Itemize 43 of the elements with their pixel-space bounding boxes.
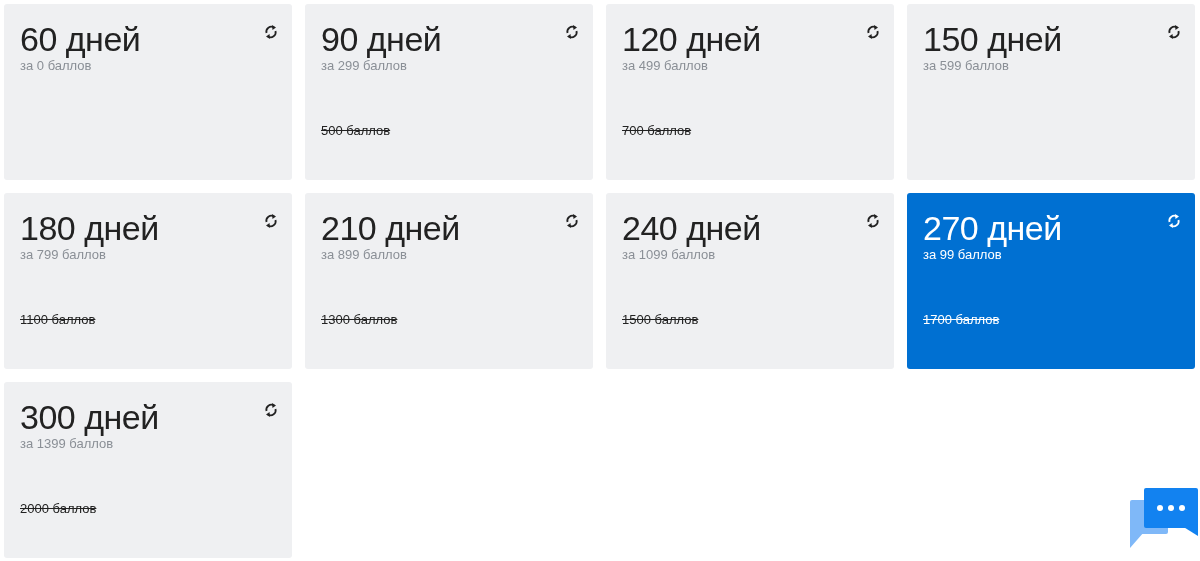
plan-price: за 99 баллов — [923, 246, 1002, 263]
plan-price: за 299 баллов — [321, 57, 407, 74]
plan-price: за 799 баллов — [20, 246, 106, 263]
plan-price: за 0 баллов — [20, 57, 92, 74]
refresh-icon[interactable] — [866, 24, 880, 40]
chat-button[interactable] — [1130, 488, 1198, 548]
refresh-icon[interactable] — [866, 213, 880, 229]
old-price: 700 баллов — [622, 121, 693, 140]
plan-title: 270 дней — [923, 211, 1062, 247]
plan-card[interactable]: 90 дней за 299 баллов 500 баллов — [305, 4, 593, 180]
plan-card[interactable]: 240 дней за 1099 баллов 1500 баллов — [606, 193, 894, 369]
plan-price: за 1399 баллов — [20, 435, 114, 452]
refresh-icon[interactable] — [264, 24, 278, 40]
plan-title: 210 дней — [321, 211, 460, 247]
plan-price: за 899 баллов — [321, 246, 407, 263]
old-price: 1300 баллов — [321, 310, 399, 329]
plan-card[interactable]: 180 дней за 799 баллов 1100 баллов — [4, 193, 292, 369]
plan-title: 240 дней — [622, 211, 761, 247]
refresh-icon[interactable] — [565, 24, 579, 40]
plan-card[interactable]: 150 дней за 599 баллов — [907, 4, 1195, 180]
plan-title: 150 дней — [923, 22, 1062, 58]
plan-title: 300 дней — [20, 400, 159, 436]
plan-price: за 1099 баллов — [622, 246, 716, 263]
old-price: 1700 баллов — [923, 310, 1001, 329]
refresh-icon[interactable] — [1167, 24, 1181, 40]
plan-title: 90 дней — [321, 22, 442, 58]
old-price: 1100 баллов — [20, 310, 97, 329]
refresh-icon[interactable] — [565, 213, 579, 229]
plan-title: 60 дней — [20, 22, 141, 58]
plan-price: за 599 баллов — [923, 57, 1009, 74]
old-price: 1500 баллов — [622, 310, 700, 329]
plan-card[interactable]: 120 дней за 499 баллов 700 баллов — [606, 4, 894, 180]
plan-card[interactable]: 210 дней за 899 баллов 1300 баллов — [305, 193, 593, 369]
refresh-icon[interactable] — [264, 402, 278, 418]
plan-title: 180 дней — [20, 211, 159, 247]
old-price: 500 баллов — [321, 121, 392, 140]
refresh-icon[interactable] — [264, 213, 278, 229]
plan-card[interactable]: 60 дней за 0 баллов — [4, 4, 292, 180]
plan-card[interactable]: 270 дней за 99 баллов 1700 баллов — [907, 193, 1195, 369]
plan-card[interactable]: 300 дней за 1399 баллов 2000 баллов — [4, 382, 292, 558]
old-price: 2000 баллов — [20, 499, 98, 518]
plan-title: 120 дней — [622, 22, 761, 58]
plan-price: за 499 баллов — [622, 57, 708, 74]
